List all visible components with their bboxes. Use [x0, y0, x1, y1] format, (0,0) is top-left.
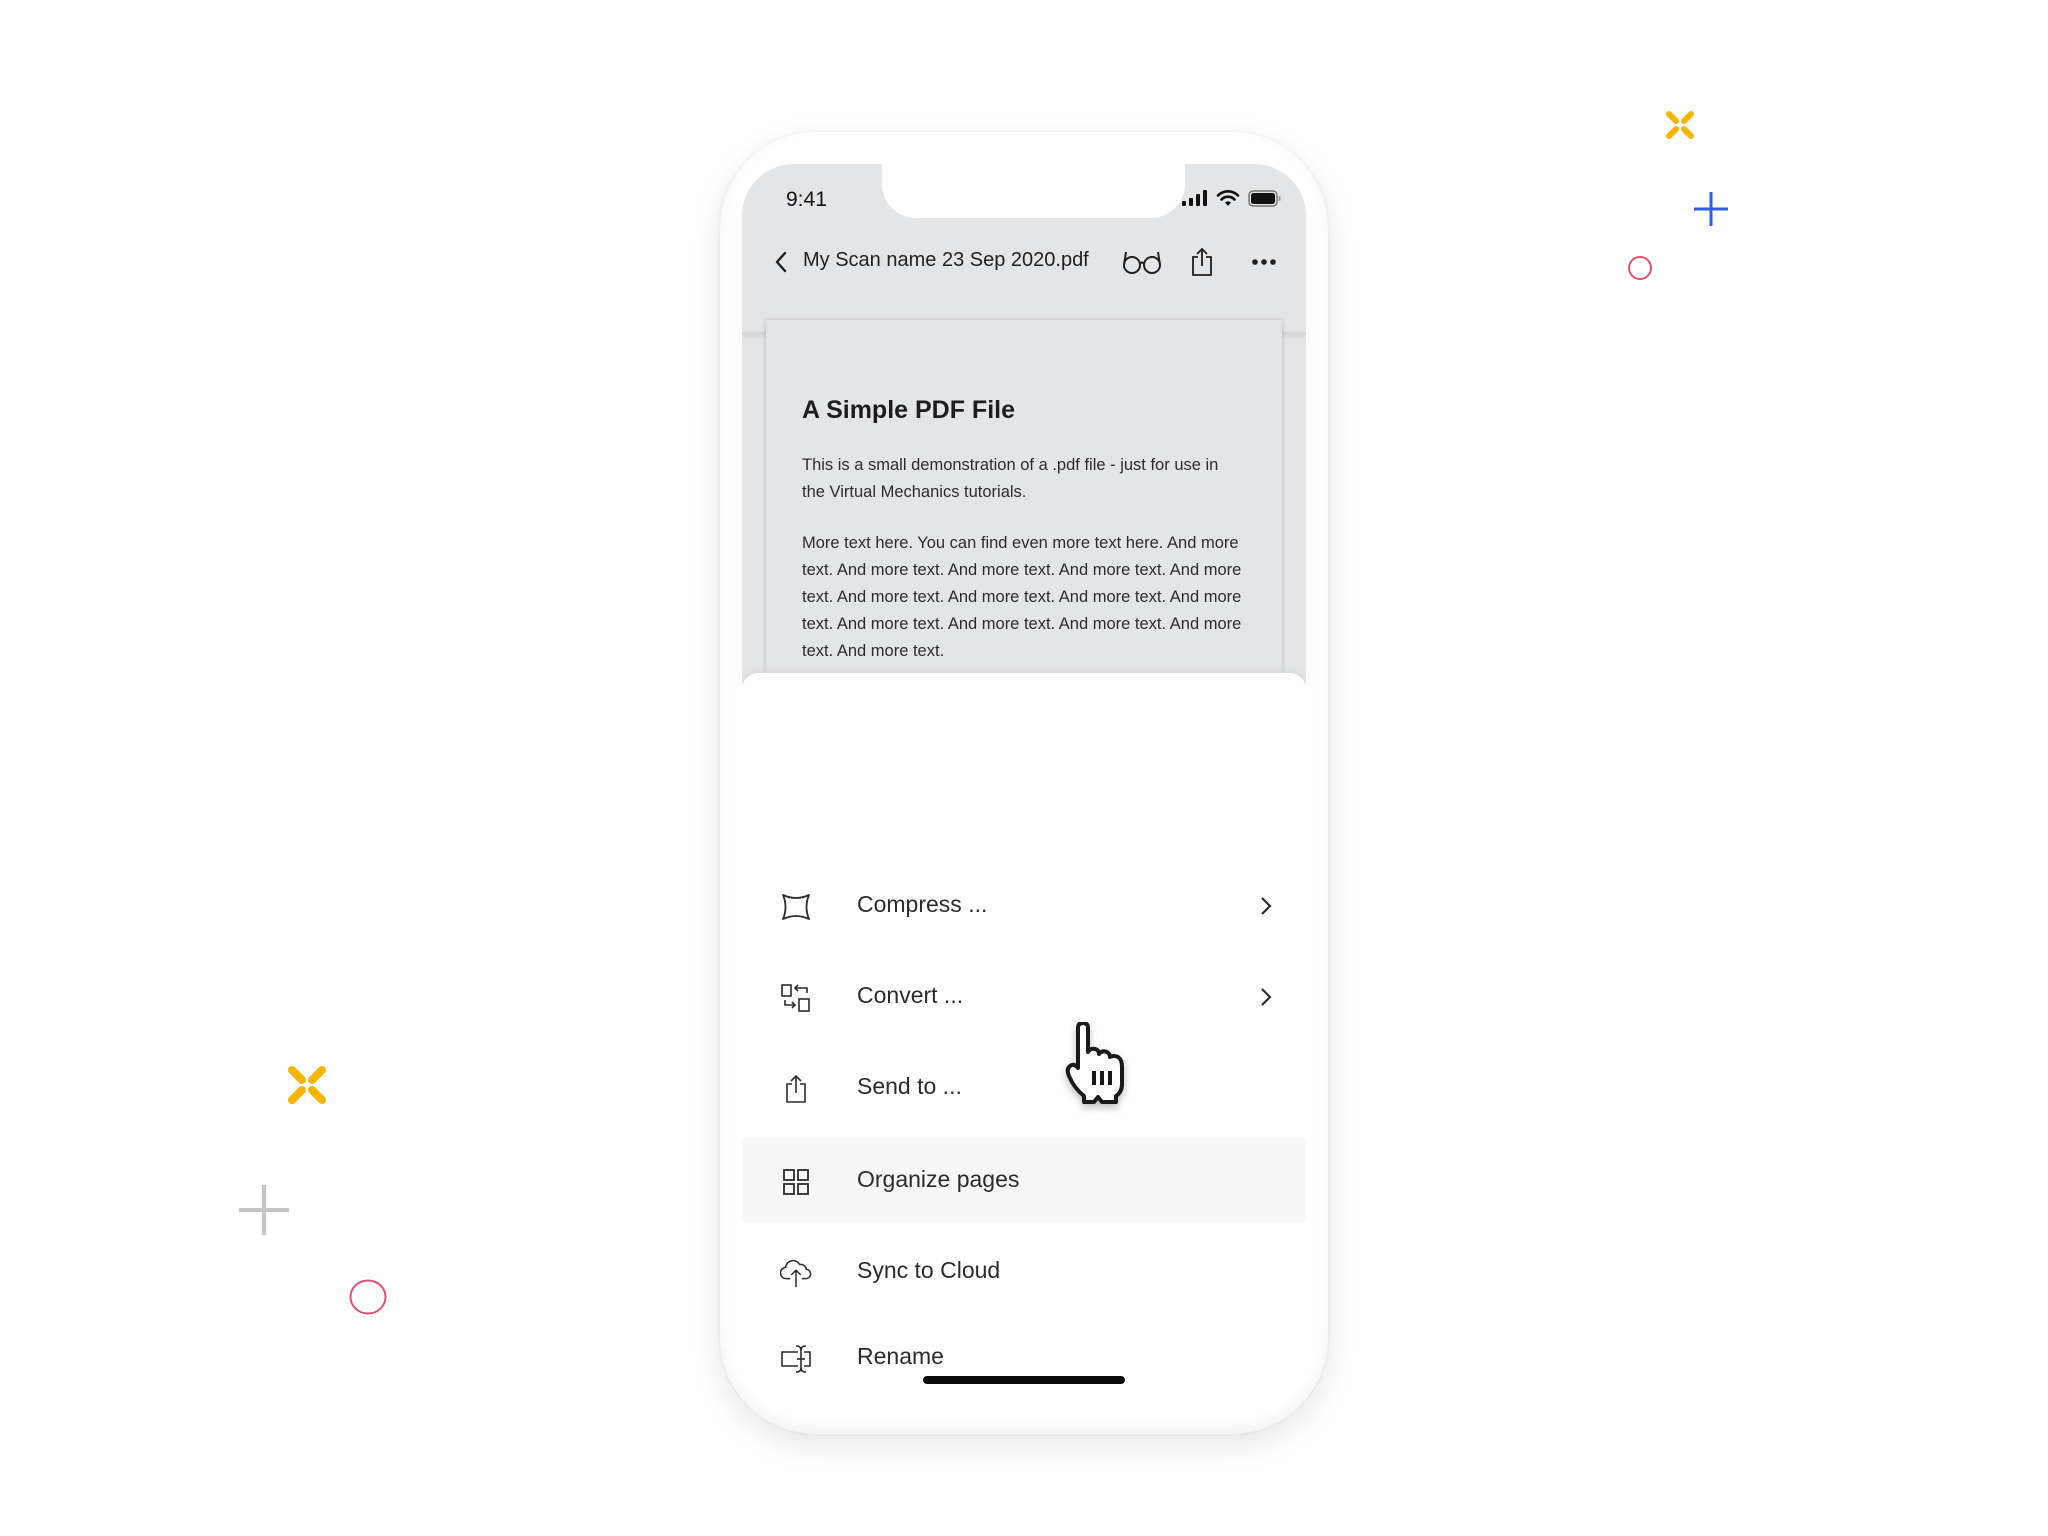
menu-item-compress[interactable]: Compress ...	[742, 863, 1306, 947]
decorative-plus-blue	[1694, 192, 1728, 226]
chevron-left-icon[interactable]	[770, 248, 792, 276]
pdf-paragraph-1: This is a small demonstration of a .pdf …	[802, 456, 1219, 501]
share-icon	[780, 1073, 812, 1105]
home-indicator[interactable]	[923, 1376, 1125, 1384]
compress-icon	[780, 891, 812, 923]
phone-screen: 9:41 My Scan name 23 Sep 2020.pdf A Simp…	[742, 164, 1306, 1414]
status-time: 9:41	[786, 188, 827, 211]
menu-item-organize-pages[interactable]: Organize pages	[742, 1138, 1306, 1222]
decorative-plus-gray	[239, 1185, 289, 1235]
menu-item-delete[interactable]: Delete	[742, 1406, 1306, 1414]
document-title: My Scan name 23 Sep 2020.pdf	[803, 249, 1089, 271]
decorative-x-yellow-bottom	[288, 1066, 326, 1104]
read-mode-button[interactable]	[1120, 244, 1164, 280]
chevron-right-icon	[1261, 897, 1272, 915]
cloud-upload-icon	[780, 1257, 812, 1289]
convert-icon	[780, 982, 812, 1014]
more-button[interactable]	[1246, 244, 1282, 280]
menu-item-label: Convert ...	[857, 982, 964, 1008]
glasses-icon	[1123, 251, 1161, 274]
status-icons	[1182, 188, 1282, 208]
menu-item-rename[interactable]: Rename	[742, 1315, 1306, 1399]
action-sheet: Compress ... Convert ... Send to ... Org…	[742, 673, 1306, 1414]
battery-icon	[1248, 189, 1281, 207]
decorative-circle-pink-bottom	[349, 1279, 387, 1315]
menu-item-label: Send to ...	[857, 1073, 962, 1099]
grid-icon	[780, 1166, 812, 1198]
viewer-header: My Scan name 23 Sep 2020.pdf	[742, 234, 1306, 290]
pdf-paragraph-2: More text here. You can find even more t…	[802, 534, 1242, 660]
share-icon	[1192, 247, 1212, 276]
chevron-right-icon	[1261, 988, 1272, 1006]
signal-icon	[1182, 190, 1207, 206]
wifi-icon	[1216, 189, 1240, 206]
menu-item-label: Organize pages	[857, 1166, 1020, 1192]
menu-item-convert[interactable]: Convert ...	[742, 954, 1306, 1038]
decorative-circle-pink-top	[1628, 256, 1652, 280]
share-button[interactable]	[1186, 244, 1218, 280]
decorative-x-yellow-top	[1666, 111, 1694, 139]
menu-item-sync-to-cloud[interactable]: Sync to Cloud	[742, 1229, 1306, 1313]
pdf-heading: A Simple PDF File	[802, 396, 1016, 424]
phone-notch	[882, 164, 1185, 218]
menu-item-label: Rename	[857, 1343, 944, 1369]
menu-item-label: Sync to Cloud	[857, 1257, 1001, 1283]
rename-icon	[780, 1343, 812, 1375]
menu-item-send-to[interactable]: Send to ...	[742, 1045, 1306, 1129]
menu-item-label: Compress ...	[857, 891, 988, 917]
more-horizontal-icon	[1252, 259, 1276, 265]
